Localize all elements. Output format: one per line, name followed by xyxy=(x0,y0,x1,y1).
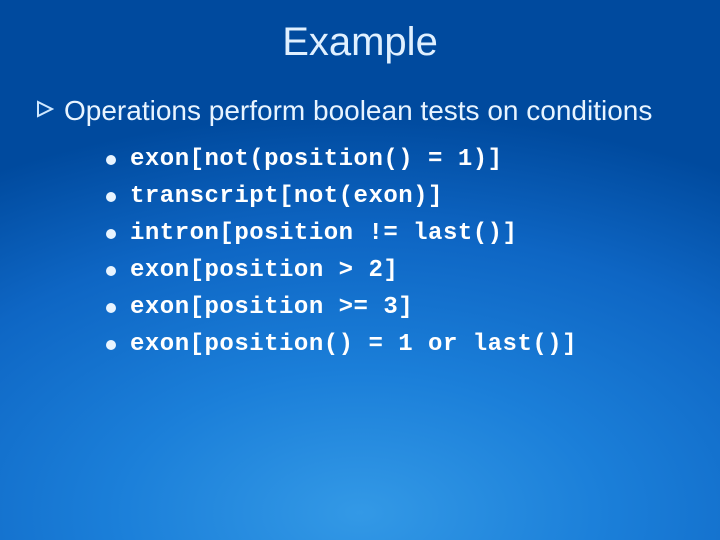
bullet-dot-icon xyxy=(106,229,116,239)
bullet-dot-icon xyxy=(106,155,116,165)
code-text: exon[position() = 1 or last()] xyxy=(130,331,577,358)
main-bullet-text: Operations perform boolean tests on cond… xyxy=(64,93,652,128)
slide-content: Operations perform boolean tests on cond… xyxy=(36,93,720,358)
list-item: transcript[not(exon)] xyxy=(106,183,720,210)
code-text: exon[not(position() = 1)] xyxy=(130,146,503,173)
main-bullet: Operations perform boolean tests on cond… xyxy=(36,93,720,128)
bullet-dot-icon xyxy=(106,303,116,313)
arrow-icon xyxy=(36,100,54,118)
slide-title: Example xyxy=(0,20,720,65)
list-item: exon[position > 2] xyxy=(106,257,720,284)
bullet-dot-icon xyxy=(106,192,116,202)
code-text: transcript[not(exon)] xyxy=(130,183,443,210)
sub-list: exon[not(position() = 1)] transcript[not… xyxy=(106,146,720,358)
list-item: exon[position >= 3] xyxy=(106,294,720,321)
code-text: exon[position > 2] xyxy=(130,257,398,284)
code-text: intron[position != last()] xyxy=(130,220,517,247)
code-text: exon[position >= 3] xyxy=(130,294,413,321)
list-item: exon[not(position() = 1)] xyxy=(106,146,720,173)
list-item: intron[position != last()] xyxy=(106,220,720,247)
bullet-dot-icon xyxy=(106,266,116,276)
list-item: exon[position() = 1 or last()] xyxy=(106,331,720,358)
bullet-dot-icon xyxy=(106,340,116,350)
